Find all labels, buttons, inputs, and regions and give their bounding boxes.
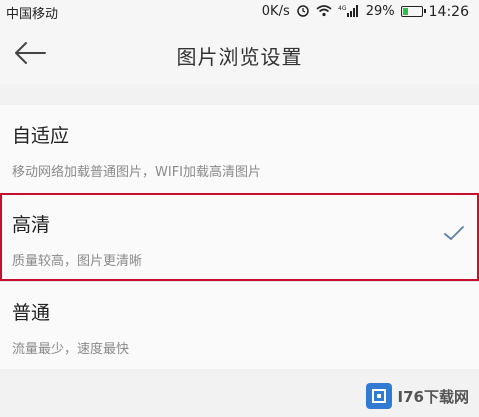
clock: 14:26	[428, 3, 469, 20]
watermark-logo: I76下载网	[365, 383, 469, 409]
battery-percent: 29%	[365, 4, 395, 19]
status-bar: 中国移动 0K/s 4G 29% 14:26	[0, 0, 479, 22]
battery-level	[402, 8, 409, 15]
option-title: 高清	[12, 214, 51, 236]
checkmark-icon	[444, 226, 464, 240]
page-title: 图片浏览设置	[176, 45, 303, 69]
wifi-icon	[316, 4, 332, 20]
option-normal[interactable]: 普通 流量最少，速度最快	[0, 281, 479, 369]
screen: 中国移动 0K/s 4G 29% 14:26 图片浏览设置 自适应 移动网络加载…	[0, 0, 479, 417]
cellular-signal-icon: 4G	[338, 4, 360, 20]
option-high-quality[interactable]: 高清 质量较高，图片更清晰	[0, 193, 479, 281]
signal-type-label: 4G	[338, 5, 347, 12]
option-description: 质量较高，图片更清晰	[12, 254, 143, 269]
battery-icon	[400, 6, 426, 17]
watermark-logo-icon	[365, 383, 392, 409]
option-title: 自适应	[12, 125, 70, 147]
status-right: 0K/s 4G 29% 14:26	[262, 3, 469, 20]
network-speed: 0K/s	[261, 4, 290, 19]
option-adaptive[interactable]: 自适应 移动网络加载普通图片，WIFI加载高清图片	[0, 105, 479, 193]
option-description: 移动网络加载普通图片，WIFI加载高清图片	[12, 165, 261, 180]
alarm-icon	[296, 3, 310, 20]
watermark-logo-text: I76下载网	[397, 387, 469, 406]
option-description: 流量最少，速度最快	[12, 342, 130, 357]
option-title: 普通	[12, 302, 51, 324]
app-header: 图片浏览设置	[0, 22, 479, 84]
carrier-name: 中国移动	[6, 7, 59, 22]
image-quality-options: 自适应 移动网络加载普通图片，WIFI加载高清图片 高清 质量较高，图片更清晰 …	[0, 105, 479, 369]
